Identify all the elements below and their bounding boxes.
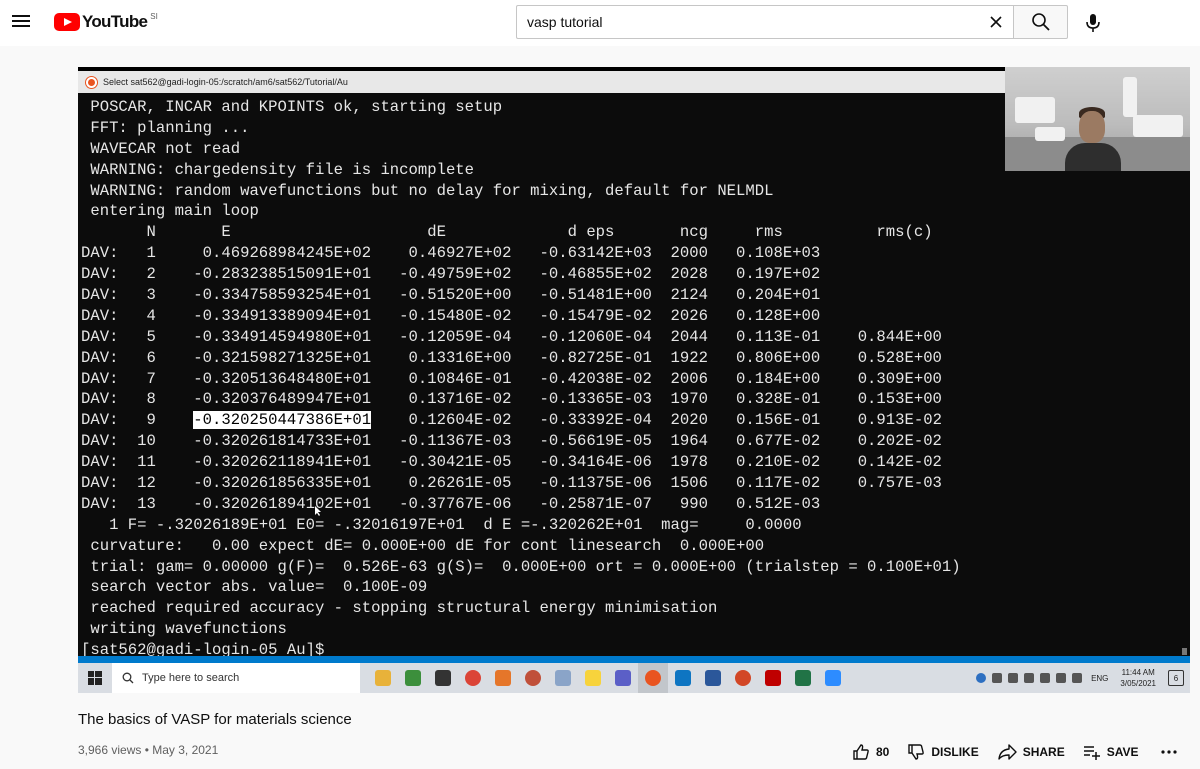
terminal-output: POSCAR, INCAR and KPOINTS ok, starting s… [81,97,1181,659]
video-actions: 80 DISLIKE SHARE SAVE [852,740,1181,764]
youtube-play-icon [54,13,80,31]
zoom-icon[interactable] [818,663,848,693]
ubuntu-icon [86,76,97,88]
terminal-line: DAV: 2 -0.283238515091E+01 -0.49759E+02 … [81,265,821,284]
terminal-title: Select sat562@gadi-login-05:/scratch/am6… [103,77,348,87]
more-actions-icon[interactable] [1157,742,1181,762]
webcam-overlay [1005,67,1190,171]
mouse-cursor-icon [315,506,321,516]
word-icon[interactable] [698,663,728,693]
search-icon [122,672,134,684]
logo-country-code: SI [150,11,158,21]
search-icon [1031,13,1050,31]
taskbar-apps [368,663,848,693]
search-button[interactable] [1013,5,1068,39]
save-button[interactable]: SAVE [1083,743,1139,761]
tray-chevron-icon[interactable] [992,673,1003,683]
video-player[interactable]: Select sat562@gadi-login-05:/scratch/am6… [78,67,1190,693]
terminal-scrollbar[interactable] [1181,101,1188,655]
terminal-line: DAV: 13 -0.320261894102E+01 -0.37767E-06… [81,494,821,513]
terminal-line: trial: gam= 0.00000 g(F)= 0.526E-63 g(S)… [81,557,961,576]
terminal-line: writing wavefunctions [81,620,287,639]
chrome-icon[interactable] [458,663,488,693]
terminal-line: DAV: 3 -0.334758593254E+01 -0.51520E+00 … [81,286,821,305]
microphone-icon [1086,14,1100,32]
app-icon-orange[interactable] [488,663,518,693]
menu-icon[interactable] [12,11,34,33]
microphone-tray-icon[interactable] [1024,673,1035,683]
vscode-status-bar [78,656,1190,663]
search-input[interactable] [516,5,1013,39]
terminal-line: entering main loop [81,202,259,221]
notification-icon[interactable]: 6 [1168,670,1184,686]
terminal-line: DAV: 11 -0.320262118941E+01 -0.30421E-05… [81,453,942,472]
thumbs-up-icon [853,744,869,760]
clear-search-icon[interactable] [987,13,1005,31]
clock-date: 3/05/2021 [1120,679,1156,688]
selected-text: -0.320250447386E+01 [193,411,372,430]
playlist-add-icon [1083,746,1100,760]
thumbs-down-icon [908,744,925,760]
terminal-line: search vector abs. value= 0.100E-09 [81,578,428,597]
ubuntu-app-icon[interactable] [638,663,668,693]
share-label: SHARE [1022,745,1065,759]
taskbar-clock[interactable]: 11:44 AM 3/05/2021 [1120,667,1156,689]
save-label: SAVE [1106,745,1139,759]
terminal-line: curvature: 0.00 expect dE= 0.000E+00 dE … [81,536,765,555]
search-box [516,5,1068,39]
video-title: The basics of VASP for materials science [78,711,352,728]
logo-text: YouTube [82,12,148,31]
terminal-line: N E dE d eps ncg rms rms(c) [81,223,933,242]
youtube-logo[interactable]: YouTube SI [54,12,158,32]
file-explorer-icon[interactable] [368,663,398,693]
language-indicator[interactable]: ENG [1091,674,1108,683]
like-count: 80 [876,745,890,759]
masthead: YouTube SI [0,0,1200,46]
dislike-button[interactable]: DISLIKE [907,743,979,761]
windows-start-icon[interactable] [78,663,112,693]
app-icon-green[interactable] [398,663,428,693]
system-tray: ENG 11:44 AM 3/05/2021 6 [973,663,1190,693]
clock-time: 11:44 AM [1121,668,1155,677]
terminal-line: DAV: 9 -0.320250447386E+01 0.12604E-02 -… [81,411,942,430]
powerpoint-icon[interactable] [728,663,758,693]
terminal-line: DAV: 4 -0.334913389094E+01 -0.15480E-02 … [81,306,821,325]
onedrive-icon[interactable] [1008,673,1019,683]
app-icon-pinwheel[interactable] [518,663,548,693]
taskbar-search-placeholder: Type here to search [142,672,240,684]
sticky-notes-icon[interactable] [578,663,608,693]
share-button[interactable]: SHARE [997,743,1065,761]
filezilla-icon[interactable] [758,663,788,693]
video-meta: 3,966 views • May 3, 2021 [78,743,219,757]
terminal-line: DAV: 5 -0.334914594980E+01 -0.12059E-04 … [81,327,942,346]
wifi-icon[interactable] [1056,673,1067,683]
terminal-line: DAV: 10 -0.320261814733E+01 -0.11367E-03… [81,432,942,451]
terminal-line: DAV: 12 -0.320261856335E+01 0.26261E-05 … [81,474,942,493]
taskbar-search-box[interactable]: Type here to search [112,663,360,693]
teams-icon[interactable] [608,663,638,693]
terminal-line: DAV: 6 -0.321598271325E+01 0.13316E+00 -… [81,348,942,367]
volume-icon[interactable] [1072,673,1083,683]
like-button[interactable]: 80 [852,743,889,761]
dislike-label: DISLIKE [931,745,979,759]
battery-icon[interactable] [1040,673,1051,683]
notification-count: 6 [1173,673,1179,683]
share-icon [998,744,1017,760]
terminal-line: DAV: 7 -0.320513648480E+01 0.10846E-01 -… [81,369,942,388]
terminal-line: DAV: 1 0.469268984245E+02 0.46927E+02 -0… [81,244,821,263]
terminal-app-icon[interactable] [428,663,458,693]
windows-taskbar: Type here to search ENG 11:44 AM 3/05/20… [78,663,1190,693]
terminal-line: DAV: 8 -0.320376489947E+01 0.13716E-02 -… [81,390,942,409]
app-icon-blue-bird[interactable] [548,663,578,693]
excel-icon[interactable] [788,663,818,693]
vscode-icon[interactable] [668,663,698,693]
terminal-line: WARNING: random wavefunctions but no del… [81,181,774,200]
terminal-line: 1 F= -.32026189E+01 E0= -.32016197E+01 d… [81,515,802,534]
help-icon[interactable] [976,673,987,683]
terminal-line: reached required accuracy - stopping str… [81,599,718,618]
voice-search-button[interactable] [1080,10,1106,36]
